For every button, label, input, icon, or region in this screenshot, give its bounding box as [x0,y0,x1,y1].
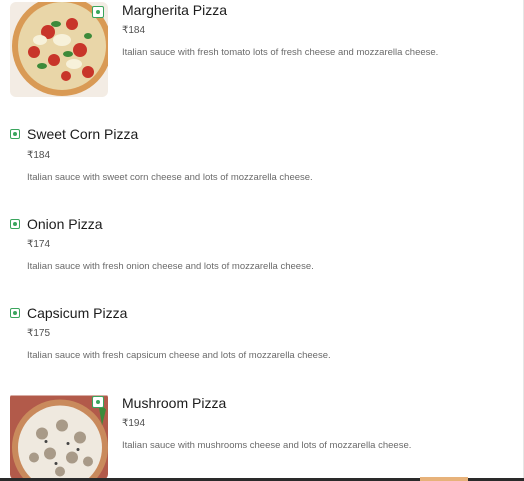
item-price: ₹194 [122,418,146,429]
veg-indicator-icon [92,396,104,408]
menu-list: Margherita Pizza ₹184 Italian sauce with… [0,0,524,481]
item-name: Margherita Pizza [122,2,228,18]
pizza-thumbnail-mushroom[interactable] [10,392,108,480]
veg-indicator-icon [10,219,20,229]
veg-indicator-icon [10,308,20,318]
item-name: Capsicum Pizza [27,305,128,321]
item-name: Mushroom Pizza [122,395,227,411]
item-description: Italian sauce with fresh tomato lots of … [122,47,439,58]
bottom-accent-bar [420,477,468,481]
item-description: Italian sauce with sweet corn cheese and… [27,172,313,183]
item-price: ₹174 [27,239,51,250]
item-description: Italian sauce with fresh onion cheese an… [27,261,314,272]
pizza-thumbnail-margherita[interactable] [10,2,108,97]
item-name: Onion Pizza [27,216,103,232]
item-description: Italian sauce with fresh capsicum cheese… [27,350,331,361]
veg-indicator-icon [10,129,20,139]
item-price: ₹184 [27,150,51,161]
item-name: Sweet Corn Pizza [27,126,139,142]
item-price: ₹184 [122,25,146,36]
item-description: Italian sauce with mushrooms cheese and … [122,440,412,451]
veg-indicator-icon [92,6,104,18]
item-price: ₹175 [27,328,51,339]
